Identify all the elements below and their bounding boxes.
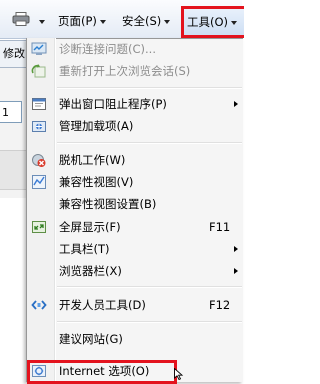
menu-item-compatibility-view[interactable]: 兼容性视图(V) bbox=[28, 171, 242, 193]
menu-item-toolbars[interactable]: 工具栏(T) bbox=[28, 238, 242, 260]
printer-dropdown-arrow[interactable] bbox=[36, 12, 45, 30]
page-menu-button[interactable]: 页面(P) bbox=[58, 12, 106, 30]
diagnose-icon bbox=[31, 41, 47, 57]
chevron-down-icon bbox=[231, 20, 238, 25]
menu-item-diagnose-connection[interactable]: 诊断连接问题(C)... bbox=[28, 38, 242, 60]
menu-separator bbox=[57, 87, 242, 89]
submenu-arrow-icon bbox=[234, 101, 238, 107]
safety-menu-button[interactable]: 安全(S) bbox=[122, 12, 171, 30]
tools-menu-button[interactable]: 工具(O) bbox=[187, 13, 238, 31]
menu-item-developer-tools[interactable]: 开发人员工具(D) F12 bbox=[28, 294, 242, 316]
manage-addons-icon bbox=[31, 118, 47, 134]
menu-item-manage-addons[interactable]: 管理加载项(A) bbox=[28, 115, 242, 137]
submenu-arrow-icon bbox=[234, 246, 238, 252]
menu-item-full-screen[interactable]: 全屏显示(F) F11 bbox=[28, 216, 242, 238]
menu-separator bbox=[57, 321, 242, 323]
work-offline-icon bbox=[31, 152, 47, 168]
compatibility-view-icon bbox=[31, 174, 47, 190]
popup-blocker-icon bbox=[31, 96, 47, 112]
reopen-session-icon bbox=[31, 63, 47, 79]
chevron-down-icon bbox=[164, 19, 171, 24]
menu-item-popup-blocker[interactable]: 弹出窗口阻止程序(P) bbox=[28, 93, 242, 115]
submenu-arrow-icon bbox=[234, 268, 238, 274]
mouse-cursor-icon bbox=[174, 367, 184, 381]
tools-menu-highlight: 工具(O) bbox=[181, 6, 244, 38]
menu-item-reopen-session[interactable]: 重新打开上次浏览会话(S) bbox=[28, 60, 242, 82]
menu-item-work-offline[interactable]: 脱机工作(W) bbox=[28, 149, 242, 171]
background-bar bbox=[0, 150, 28, 190]
menu-item-suggested-sites[interactable]: 建议网站(G) bbox=[28, 328, 242, 350]
menu-item-explorer-bars[interactable]: 浏览器栏(X) bbox=[28, 260, 242, 282]
developer-tools-icon bbox=[31, 297, 47, 313]
menu-item-compatibility-view-settings[interactable]: 兼容性视图设置(B) bbox=[28, 193, 242, 215]
menu-separator bbox=[57, 286, 242, 288]
printer-icon[interactable] bbox=[12, 12, 30, 26]
background-input[interactable]: 1 bbox=[0, 101, 22, 123]
internet-options-highlight bbox=[27, 360, 177, 384]
fullscreen-icon bbox=[31, 219, 47, 235]
menu-separator bbox=[57, 142, 242, 144]
command-bar: 页面(P) 安全(S) 工具(O) bbox=[0, 0, 244, 39]
chevron-down-icon bbox=[99, 19, 106, 24]
background-tab[interactable]: 修改 bbox=[0, 40, 29, 68]
